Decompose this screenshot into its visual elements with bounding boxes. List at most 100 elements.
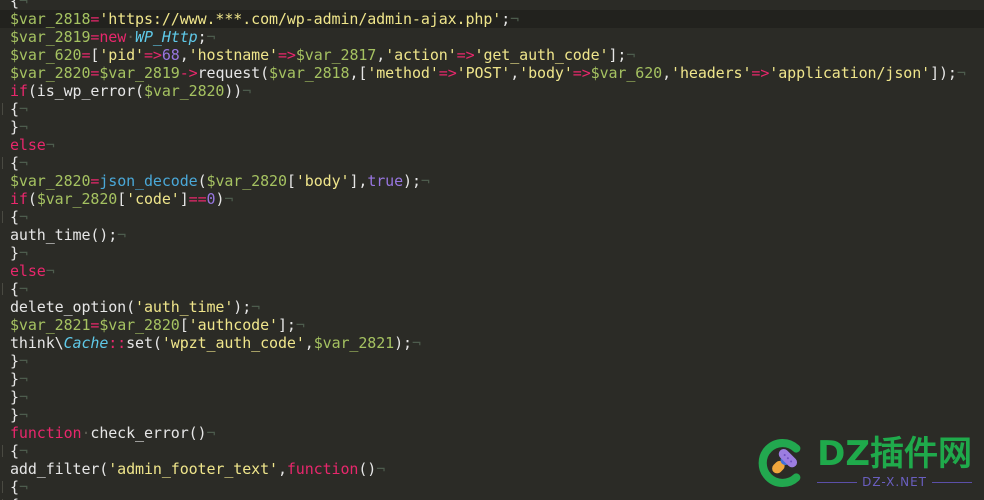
code-line[interactable]: $var_2820=json_decode($var_2820['body'],… [0, 172, 984, 190]
token-num: 68 [161, 46, 180, 64]
token-var: $var_2820 [206, 172, 287, 190]
token-punc: [ [117, 190, 127, 208]
token-punc: ], [349, 172, 368, 190]
token-plain: set( [126, 334, 162, 352]
token-eol: ¬ [224, 190, 234, 208]
code-line[interactable]: if(is_wp_error($var_2820))¬ [0, 82, 984, 100]
screenshot-root: {¬ $var_2818='https://www.***.com/wp-admi… [0, 0, 984, 500]
token-op: = [90, 64, 100, 82]
token-eol: ¬ [18, 208, 28, 226]
token-kw: else [10, 136, 46, 154]
token-punc: } [10, 406, 19, 424]
token-eol: ¬ [18, 280, 28, 298]
token-str: 'wpzt_auth_code' [161, 334, 305, 352]
token-op: :: [108, 334, 127, 352]
token-op: -> [179, 64, 198, 82]
token-str: 'method' [367, 64, 439, 82]
token-punc: , [277, 460, 287, 478]
token-punc: ; [501, 10, 511, 28]
code-line[interactable]: $var_2820=$var_2819->request($var_2818,[… [0, 64, 984, 82]
code-line[interactable]: function·check_error()¬ [0, 424, 984, 442]
code-line[interactable]: $var_2818='https://www.***.com/wp-admin/… [0, 10, 984, 28]
token-op: = [90, 28, 100, 46]
token-var: $var_2818 [269, 64, 350, 82]
token-eol: ¬ [956, 64, 966, 82]
code-line[interactable]: }¬ [0, 352, 984, 370]
token-punc: ]; [277, 316, 296, 334]
code-line[interactable]: }¬ [0, 244, 984, 262]
token-punc: { [10, 478, 19, 496]
token-plain: check_error() [90, 424, 207, 442]
token-str: 'admin_footer_text' [108, 460, 278, 478]
token-eol: ¬ [510, 10, 520, 28]
token-op: => [277, 46, 296, 64]
code-line[interactable]: {¬ [0, 478, 984, 496]
token-fn: json_decode [99, 172, 198, 190]
code-line[interactable]: {¬ [0, 154, 984, 172]
code-line[interactable]: add_filter('admin_footer_text',function(… [0, 460, 984, 478]
code-line[interactable]: if($var_2820['code']==0)¬ [0, 190, 984, 208]
code-editor[interactable]: {¬ $var_2818='https://www.***.com/wp-admi… [0, 0, 984, 500]
code-line[interactable]: delete_option('auth_time');¬ [0, 298, 984, 316]
token-punc: , [376, 46, 386, 64]
token-op: => [143, 46, 162, 64]
token-punc: ); [233, 298, 252, 316]
token-str: 'hostname' [188, 46, 278, 64]
token-punc: [ [286, 172, 296, 190]
token-punc: , [510, 64, 520, 82]
code-line[interactable]: {¬ [0, 208, 984, 226]
code-line[interactable]: $var_2821=$var_2820['authcode'];¬ [0, 316, 984, 334]
token-str: 'body' [295, 172, 350, 190]
token-punc: } [10, 118, 19, 136]
code-line[interactable]: $var_2819=new·WP_Http;¬ [0, 28, 984, 46]
code-line[interactable]: {¬ [0, 100, 984, 118]
token-var: $var_620 [10, 46, 82, 64]
token-punc: ( [27, 190, 37, 208]
token-str: 'auth_time' [135, 298, 234, 316]
token-eol: ¬ [18, 370, 28, 388]
token-eol: ¬ [376, 460, 386, 478]
code-line[interactable]: else¬ [0, 262, 984, 280]
code-line[interactable]: {¬ [0, 496, 984, 500]
token-eol: ¬ [251, 298, 261, 316]
token-eol: ¬ [206, 424, 216, 442]
token-str: 'pid' [99, 46, 144, 64]
code-line[interactable]: auth_time();¬ [0, 226, 984, 244]
token-plain: auth_time(); [10, 226, 118, 244]
token-punc: } [10, 352, 19, 370]
token-eol: ¬ [117, 226, 127, 244]
token-eol: ¬ [18, 406, 28, 424]
token-str: 'headers' [671, 64, 752, 82]
code-line[interactable]: $var_620=['pid'=>68,'hostname'=>$var_281… [0, 46, 984, 64]
token-punc: )) [224, 82, 243, 100]
token-punc: ); [403, 172, 421, 190]
token-op: = [90, 316, 100, 334]
token-punc: , [179, 46, 189, 64]
token-var: $var_620 [590, 64, 663, 82]
code-line[interactable]: {¬ [0, 442, 984, 460]
token-op: => [438, 64, 457, 82]
code-line[interactable]: think\Cache::set('wpzt_auth_code',$var_2… [0, 334, 984, 352]
code-line[interactable]: {¬ [0, 0, 984, 10]
code-line[interactable]: }¬ [0, 118, 984, 136]
token-eol: ¬ [18, 244, 28, 262]
token-eol: ¬ [295, 316, 305, 334]
token-punc: { [10, 208, 19, 226]
code-line[interactable]: }¬ [0, 406, 984, 424]
token-var: $var_2818 [10, 10, 91, 28]
token-punc: , [662, 64, 672, 82]
token-var: $var_2820 [10, 64, 91, 82]
token-punc: ]); [930, 64, 957, 82]
code-line[interactable]: {¬ [0, 280, 984, 298]
token-str: 'get_auth_code' [474, 46, 609, 64]
token-str: 'code' [126, 190, 180, 208]
token-punc: } [10, 244, 19, 262]
code-line[interactable]: }¬ [0, 388, 984, 406]
token-eol: ¬ [626, 46, 636, 64]
token-eol: ¬ [19, 496, 28, 500]
token-str: 'authcode' [188, 316, 278, 334]
code-line[interactable]: }¬ [0, 370, 984, 388]
token-eol: ¬ [18, 352, 28, 370]
code-line[interactable]: else¬ [0, 136, 984, 154]
token-eol: ¬ [18, 478, 28, 496]
